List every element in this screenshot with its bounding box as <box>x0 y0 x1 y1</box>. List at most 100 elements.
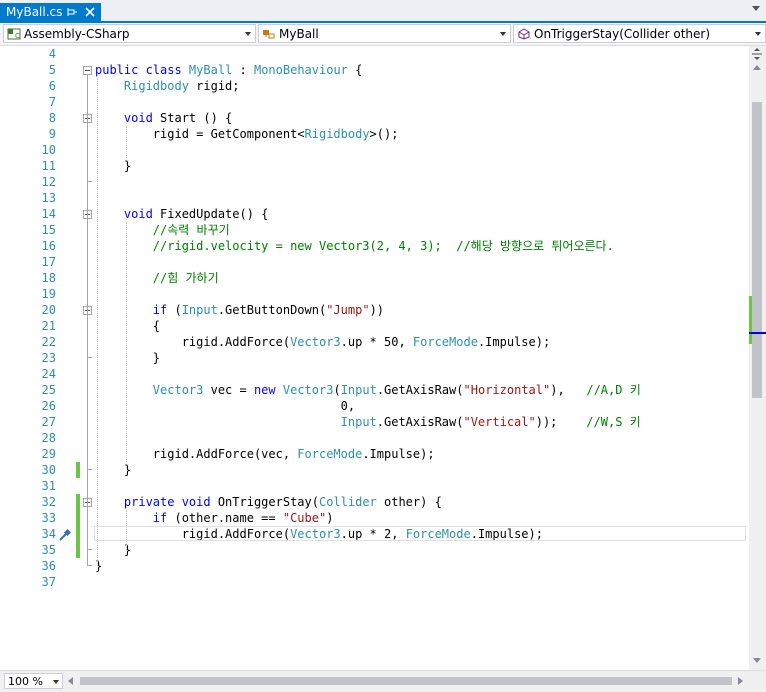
code-token: ( <box>333 383 341 397</box>
collapse-icon[interactable] <box>83 66 92 75</box>
fold-end <box>87 565 92 566</box>
code-token: //A,D 키 <box>586 383 641 397</box>
code-line[interactable]: Rigidbody rigid; <box>95 78 240 94</box>
code-token: private void <box>123 495 211 509</box>
indent-guide <box>126 126 127 158</box>
code-line[interactable]: } <box>95 350 160 366</box>
code-line[interactable]: //힘 가하기 <box>95 270 219 286</box>
code-line[interactable]: if (other.name == "Cube") <box>95 510 334 526</box>
code-token: new <box>253 383 276 397</box>
document-tab-myball[interactable]: MyBall.cs <box>0 3 101 21</box>
code-token: Input <box>340 383 377 397</box>
line-number: 18 <box>41 271 56 285</box>
line-number: 24 <box>41 367 56 381</box>
line-number: 19 <box>41 287 56 301</box>
code-token: .GetAxisRaw( <box>376 383 464 397</box>
quick-actions-icon[interactable] <box>58 528 72 542</box>
line-number: 23 <box>41 351 56 365</box>
line-number: 31 <box>41 479 56 493</box>
scroll-down-arrow-icon[interactable] <box>753 658 761 663</box>
code-token: FixedUpdate() { <box>152 207 269 221</box>
scroll-up-arrow-icon[interactable] <box>753 65 761 70</box>
code-line[interactable]: //rigid.velocity = new Vector3(2, 4, 3);… <box>95 238 614 254</box>
tab-overflow-dropdown-icon[interactable] <box>752 6 760 11</box>
fold-end <box>87 181 92 182</box>
code-line[interactable]: rigid.AddForce(Vector3.up * 50, ForceMod… <box>95 334 551 350</box>
code-token: Input <box>181 303 218 317</box>
line-number: 35 <box>41 543 56 557</box>
code-token: )) <box>369 303 385 317</box>
vertical-scrollbar[interactable] <box>749 46 766 670</box>
code-token: public class <box>95 63 189 77</box>
fold-end <box>87 469 92 470</box>
code-token: { <box>347 63 363 77</box>
code-editor[interactable]: 4 5 public class MyBall : MonoBehaviour {6… <box>0 46 749 670</box>
line-number: 15 <box>41 223 56 237</box>
csharp-project-icon: C <box>7 28 21 40</box>
fold-end <box>87 357 92 358</box>
tab-filename: MyBall.cs <box>6 5 63 19</box>
member-label: OnTriggerStay(Collider other) <box>534 27 711 41</box>
code-line[interactable]: 0, <box>95 398 355 414</box>
code-token: } <box>95 351 161 365</box>
line-number: 8 <box>48 111 56 125</box>
code-line[interactable]: public class MyBall : MonoBehaviour { <box>95 62 362 78</box>
line-number: 26 <box>41 399 56 413</box>
code-token: rigid.AddForce( <box>95 335 291 349</box>
svg-text:C: C <box>15 32 20 40</box>
project-label: Assembly-CSharp <box>24 27 130 41</box>
line-number: 36 <box>41 559 56 573</box>
project-dropdown[interactable]: C Assembly-CSharp <box>3 24 256 43</box>
code-token: Start () { <box>152 111 233 125</box>
code-line[interactable]: Vector3 vec = new Vector3(Input.GetAxisR… <box>95 382 641 398</box>
scroll-left-arrow-icon[interactable] <box>68 677 73 685</box>
member-dropdown[interactable]: OnTriggerStay(Collider other) <box>513 24 766 43</box>
code-line[interactable]: //속력 바꾸기 <box>95 222 230 238</box>
code-line[interactable]: } <box>95 462 131 478</box>
code-line[interactable]: rigid = GetComponent<Rigidbody>(); <box>95 126 399 142</box>
code-line[interactable]: void FixedUpdate() { <box>95 206 269 222</box>
code-token: Input <box>340 415 377 429</box>
code-token: OnTriggerStay( <box>210 495 319 509</box>
code-line[interactable]: private void OnTriggerStay(Collider othe… <box>95 494 442 510</box>
code-token: "Cube" <box>282 511 327 525</box>
fold-line <box>87 75 88 565</box>
code-line[interactable]: rigid.AddForce(vec, ForceMode.Impulse); <box>95 446 435 462</box>
code-token: )); <box>535 415 587 429</box>
zoom-value: 100 % <box>8 675 43 688</box>
line-number: 5 <box>48 63 56 77</box>
code-line[interactable]: Input.GetAxisRaw("Vertical")); //W,S 키 <box>95 414 641 430</box>
line-number: 27 <box>41 415 56 429</box>
indent-guide <box>97 78 98 566</box>
vertical-scroll-thumb[interactable] <box>752 102 762 398</box>
splitter-icon[interactable] <box>751 47 763 61</box>
code-line[interactable]: void Start () { <box>95 110 232 126</box>
change-marker <box>76 462 80 478</box>
line-number: 4 <box>48 47 56 61</box>
line-number: 10 <box>41 143 56 157</box>
code-token: .up * 50, <box>340 335 413 349</box>
scrollbar-change-marker <box>749 296 752 344</box>
scroll-right-arrow-icon[interactable] <box>738 677 743 685</box>
pin-icon[interactable] <box>66 6 78 18</box>
change-marker <box>76 494 80 558</box>
code-token: .Impulse); <box>362 447 435 461</box>
code-token: } <box>95 463 132 477</box>
line-number: 30 <box>41 463 56 477</box>
line-number: 37 <box>41 575 56 589</box>
horizontal-scroll-thumb[interactable] <box>80 677 732 685</box>
code-line[interactable]: if (Input.GetButtonDown("Jump")) <box>95 302 384 318</box>
code-token: } <box>95 159 132 173</box>
code-line[interactable]: } <box>95 158 131 174</box>
line-number: 9 <box>48 127 56 141</box>
line-number: 14 <box>41 207 56 221</box>
line-number: 12 <box>41 175 56 189</box>
zoom-dropdown[interactable]: 100 % <box>4 673 63 689</box>
close-icon[interactable] <box>84 6 96 18</box>
code-line[interactable]: { <box>95 318 160 334</box>
type-dropdown[interactable]: MyBall <box>258 24 511 43</box>
